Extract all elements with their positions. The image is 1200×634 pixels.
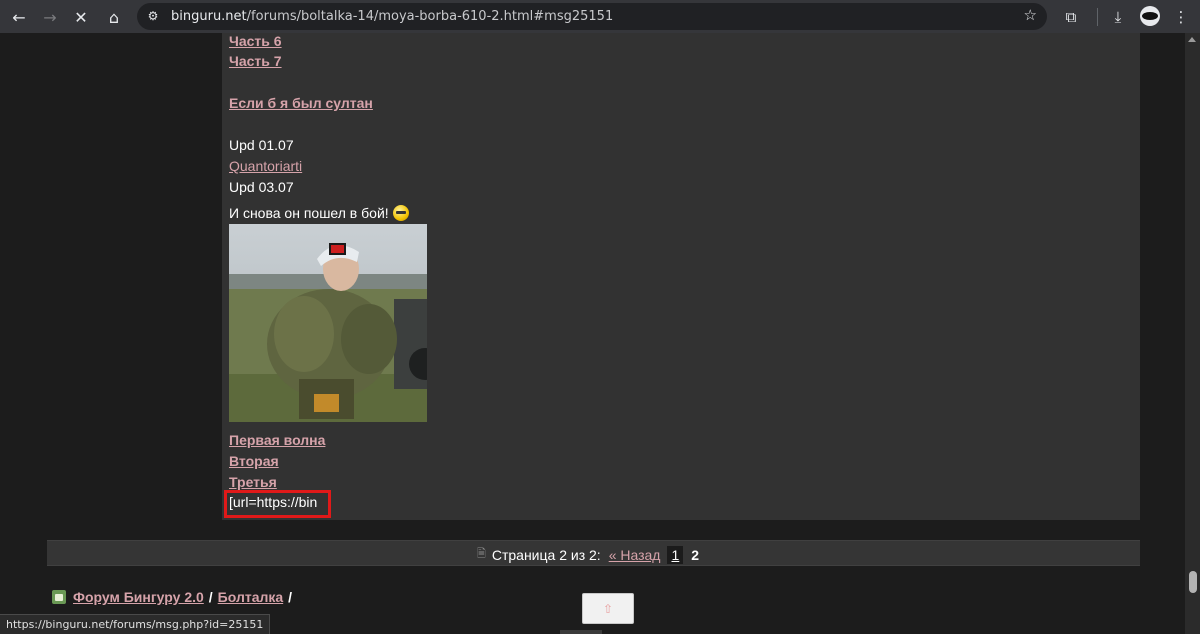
profile-avatar[interactable] — [1140, 6, 1160, 26]
page-scrollbar[interactable] — [1185, 33, 1200, 634]
forward-arrow-icon[interactable]: → — [39, 6, 61, 28]
breadcrumb-forum[interactable]: Форум Бингуру 2.0 — [73, 589, 204, 605]
address-bar[interactable]: ⚙ binguru.net/forums/boltalka-14/moya-bo… — [137, 3, 1047, 30]
breadcrumb-separator: / — [208, 589, 213, 605]
bottom-edge-element — [560, 630, 602, 634]
update-label-1: Upd 01.07 — [229, 137, 294, 153]
again-text: И снова он пошел в бой! — [229, 205, 389, 221]
link-part7[interactable]: Часть 7 — [229, 53, 282, 69]
link-wave2[interactable]: Вторая — [229, 453, 279, 469]
post-photo[interactable] — [229, 224, 427, 422]
link-quantoriarti[interactable]: Quantoriarti — [229, 158, 302, 174]
link-part6[interactable]: Часть 6 — [229, 33, 282, 49]
scroll-top-button[interactable]: ⇧ — [582, 593, 634, 624]
breadcrumb: Форум Бингуру 2.0 / Болталка / — [52, 589, 297, 605]
status-bar-url: https://binguru.net/forums/msg.php?id=25… — [0, 614, 271, 634]
download-icon[interactable]: ⤓ — [1107, 6, 1129, 28]
forum-home-icon — [52, 590, 66, 604]
again-line: И снова он пошел в бой! — [229, 204, 409, 222]
page-doc-icon: 🗎 — [477, 547, 486, 560]
link-sultan[interactable]: Если б я был султан — [229, 95, 373, 111]
pager-page-1[interactable]: 1 — [667, 545, 684, 564]
scroll-up-arrow-icon[interactable] — [1188, 37, 1196, 42]
breadcrumb-separator: / — [288, 589, 293, 605]
home-icon[interactable]: ⌂ — [103, 6, 125, 28]
pager-label: Страница 2 из 2: — [491, 546, 601, 563]
forum-post: Часть 6 Часть 7 Если б я был султан Upd … — [222, 33, 1140, 520]
pager-back-link[interactable]: « Назад — [609, 547, 661, 563]
link-wave3[interactable]: Третья — [229, 474, 277, 490]
site-info-icon[interactable]: ⚙ — [145, 8, 161, 24]
extensions-icon[interactable]: ⧉ — [1060, 6, 1082, 28]
pager-current-page: 2 — [691, 546, 700, 563]
link-wave1[interactable]: Первая волна — [229, 432, 325, 448]
back-arrow-icon[interactable]: ← — [8, 6, 30, 28]
breadcrumb-section[interactable]: Болталка — [218, 589, 284, 605]
smiley-icon — [392, 205, 409, 221]
page-content: Часть 6 Часть 7 Если б я был султан Upd … — [0, 33, 1200, 634]
star-icon[interactable]: ☆ — [1024, 6, 1037, 24]
toolbar-divider — [1097, 8, 1098, 26]
menu-icon[interactable]: ⋮ — [1170, 6, 1192, 28]
update-label-2: Upd 03.07 — [229, 179, 294, 195]
scrollbar-thumb[interactable] — [1189, 571, 1197, 593]
highlight-box — [224, 490, 331, 518]
stop-icon[interactable]: ✕ — [70, 6, 92, 28]
pagination-bar: 🗎 Страница 2 из 2: « Назад 1 2 — [47, 540, 1140, 566]
address-url[interactable]: binguru.net/forums/boltalka-14/moya-borb… — [171, 9, 613, 24]
browser-toolbar: ← → ✕ ⌂ ⚙ binguru.net/forums/boltalka-14… — [0, 0, 1200, 33]
